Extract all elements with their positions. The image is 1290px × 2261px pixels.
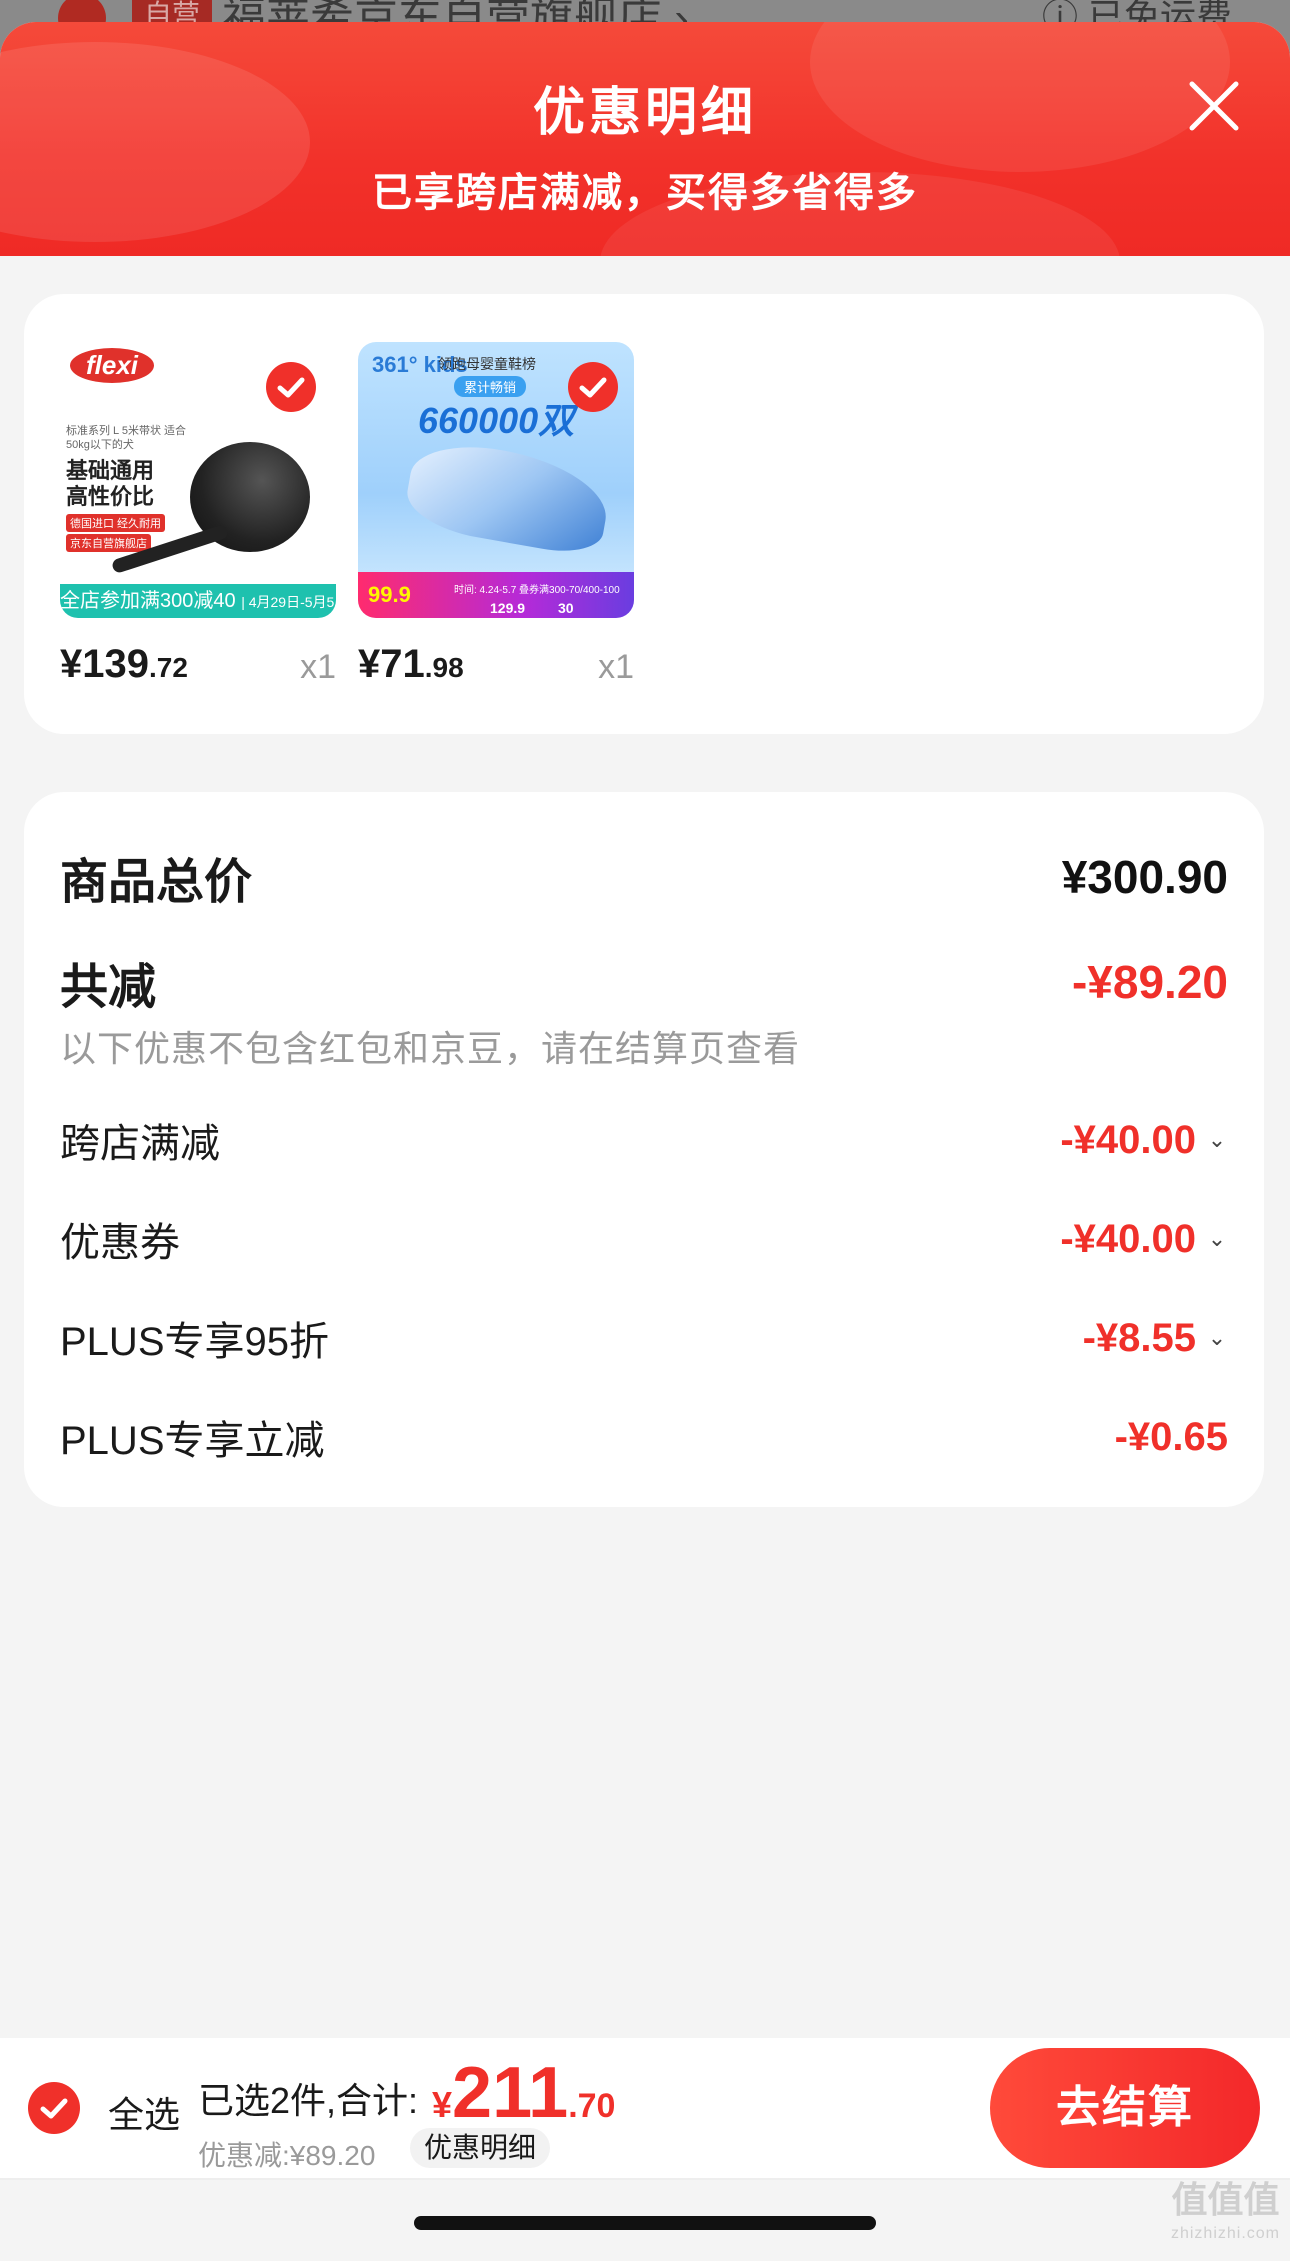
discount-label: PLUS专享立减: [60, 1419, 325, 1463]
select-all-check-icon[interactable]: [28, 2082, 80, 2134]
discount-row-coupon[interactable]: 优惠券 -¥40.00 ⌄: [60, 1209, 1228, 1269]
discount-label: 优惠券: [60, 1221, 180, 1265]
product-quantity: x1: [598, 648, 634, 686]
sheet-subtitle: 已享跨店满减，买得多省得多: [372, 171, 918, 215]
checkout-button[interactable]: 去结算: [990, 2048, 1260, 2168]
selected-count: 已选2件,合计:: [198, 2080, 419, 2121]
product-price: ¥139.72: [60, 642, 188, 686]
product-list-card: flexi 标准系列 L 5米带状 适合50kg以下的犬 基础通用 高性价比 德…: [24, 294, 1264, 734]
discount-label: 跨店满减: [60, 1122, 220, 1166]
order-total: ¥211.70: [432, 2053, 616, 2133]
product-check-icon[interactable]: [568, 362, 618, 412]
reduction-note: 以下优惠不包含红包和京豆，请在结算页查看: [60, 1028, 801, 1069]
chevron-down-icon[interactable]: ⌄: [1206, 1325, 1228, 1351]
sheet-title: 优惠明细: [532, 84, 757, 142]
chevron-down-icon[interactable]: ⌄: [1206, 1127, 1228, 1153]
discount-value: -¥0.65: [1114, 1414, 1228, 1459]
discount-value: -¥8.55: [1082, 1315, 1196, 1360]
total-reduction-value: -¥89.20: [1071, 956, 1228, 1008]
discount-row-plus-95[interactable]: PLUS专享95折 -¥8.55 ⌄: [60, 1308, 1228, 1368]
discount-label: PLUS专享95折: [60, 1320, 329, 1364]
sheet-header: 优惠明细 已享跨店满减，买得多省得多: [0, 22, 1290, 256]
discount-value: -¥40.00: [1060, 1117, 1196, 1162]
shoe-image: [401, 435, 615, 559]
price-summary-card: 商品总价 ¥300.90 共减 -¥89.20 以下优惠不包含红包和京豆，请在结…: [24, 792, 1264, 1507]
home-indicator[interactable]: [414, 2216, 876, 2230]
discount-row-cross-store[interactable]: 跨店满减 -¥40.00 ⌄: [60, 1110, 1228, 1170]
saved-amount: 优惠减:¥89.20: [198, 2140, 376, 2171]
product-price: ¥71.98: [358, 642, 464, 686]
promo-band: 全店参加满300减40 | 4月29日-5月5日: [60, 584, 336, 618]
total-price-value: ¥300.90: [1061, 851, 1228, 903]
discount-detail-link[interactable]: 优惠明细: [410, 2128, 551, 2168]
total-price-label: 商品总价: [60, 856, 253, 909]
checkout-bar: 全选 已选2件,合计: ¥211.70 优惠减:¥89.20 优惠明细 去结算: [0, 2038, 1290, 2178]
total-price-row: 商品总价 ¥300.90: [60, 842, 1228, 912]
discount-row-plus-instant: PLUS专享立减 -¥0.65: [60, 1407, 1228, 1467]
total-reduction-row: 共减 -¥89.20: [60, 947, 1228, 1017]
chevron-down-icon[interactable]: ⌄: [1206, 1226, 1228, 1252]
select-all-label[interactable]: 全选: [108, 2086, 180, 2138]
close-button[interactable]: [1186, 78, 1242, 134]
close-icon: [1189, 81, 1239, 131]
discount-value: -¥40.00: [1060, 1216, 1196, 1261]
watermark: 值值值 zhizhizhi.com: [1170, 2179, 1280, 2243]
total-reduction-label: 共减: [60, 961, 157, 1014]
product-check-icon[interactable]: [266, 362, 316, 412]
brand-logo: flexi: [70, 348, 155, 383]
discount-detail-sheet: 优惠明细 已享跨店满减，买得多省得多 flexi 标准系列 L 5米带状 适合5…: [0, 22, 1290, 2261]
product-quantity: x1: [300, 648, 336, 686]
